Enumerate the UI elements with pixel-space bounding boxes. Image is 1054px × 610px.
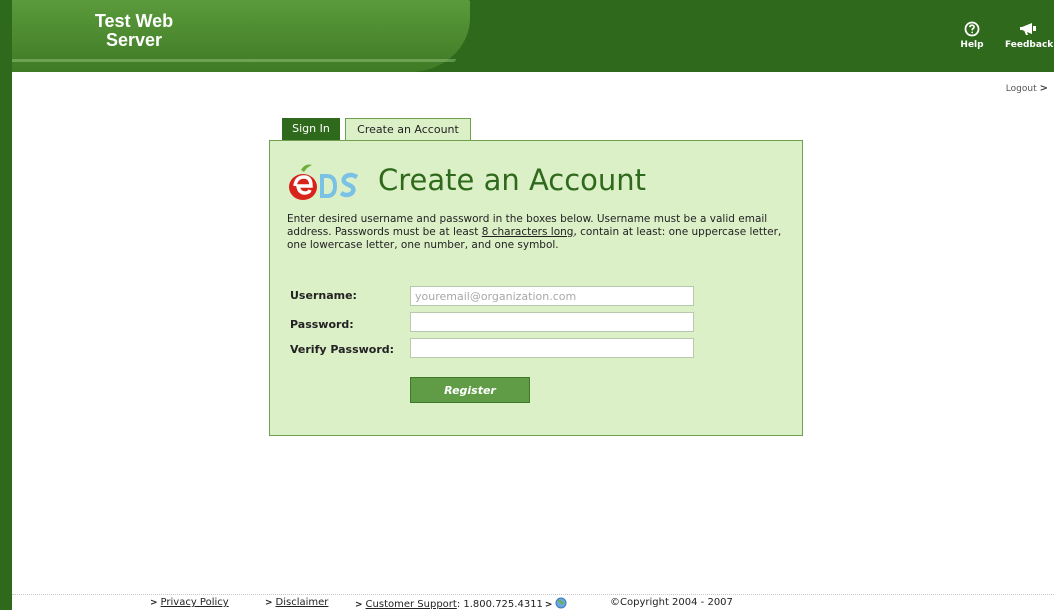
tab-create-account[interactable]: Create an Account (345, 118, 471, 141)
site-title-line1: Test Web (94, 11, 174, 31)
site-title: Test Web Server (74, 12, 194, 50)
top-header: Test Web Server Help Feedback (0, 0, 1054, 72)
logout-label: Logout (1005, 84, 1037, 94)
customer-support-link[interactable]: Customer Support (366, 599, 457, 610)
chevron-right-icon: > (1039, 83, 1048, 94)
footer: > Privacy Policy > Disclaimer > Customer Su… (0, 597, 1054, 610)
arrow-right-icon: > (265, 598, 273, 608)
tab-sign-in[interactable]: Sign In (282, 118, 340, 140)
password-label: Password: (290, 318, 354, 331)
feedback-button[interactable]: Feedback (1005, 20, 1053, 50)
arrow-right-icon: > (150, 598, 158, 608)
password-length-link: 8 characters long (481, 226, 574, 238)
username-field[interactable] (410, 286, 694, 306)
page-title: Create an Account (378, 163, 647, 197)
brand-banner: Test Web Server (12, 0, 470, 72)
arrow-right-icon: > (544, 600, 553, 610)
instructions-text: Enter desired username and password in t… (287, 213, 787, 252)
help-label: Help (960, 40, 984, 50)
feedback-label: Feedback (1005, 40, 1054, 50)
privacy-policy-link[interactable]: Privacy Policy (161, 597, 229, 608)
copyright-text: ©Copyright 2004 - 2007 (610, 597, 733, 608)
eds-logo (289, 164, 359, 200)
footer-privacy: > Privacy Policy (150, 597, 229, 608)
globe-icon[interactable] (555, 597, 567, 609)
footer-disclaimer: > Disclaimer (265, 597, 328, 608)
site-title-line2: Server (105, 30, 163, 50)
footer-support: > Customer Support: 1.800.725.4311 > (355, 597, 567, 610)
disclaimer-link[interactable]: Disclaimer (276, 597, 329, 608)
help-icon (964, 21, 980, 37)
arrow-right-icon: > (355, 600, 363, 610)
megaphone-icon (1020, 23, 1036, 35)
support-phone: : 1.800.725.4311 (456, 599, 543, 610)
verify-password-label: Verify Password: (290, 343, 395, 356)
password-field[interactable] (410, 312, 694, 332)
help-button[interactable]: Help (948, 20, 996, 50)
username-label: Username: (290, 289, 357, 302)
footer-divider (12, 594, 1054, 595)
logout-link[interactable]: Logout > (1006, 83, 1048, 94)
register-button[interactable]: Register (410, 377, 530, 403)
left-frame-bar (0, 0, 12, 610)
verify-password-field[interactable] (410, 338, 694, 358)
